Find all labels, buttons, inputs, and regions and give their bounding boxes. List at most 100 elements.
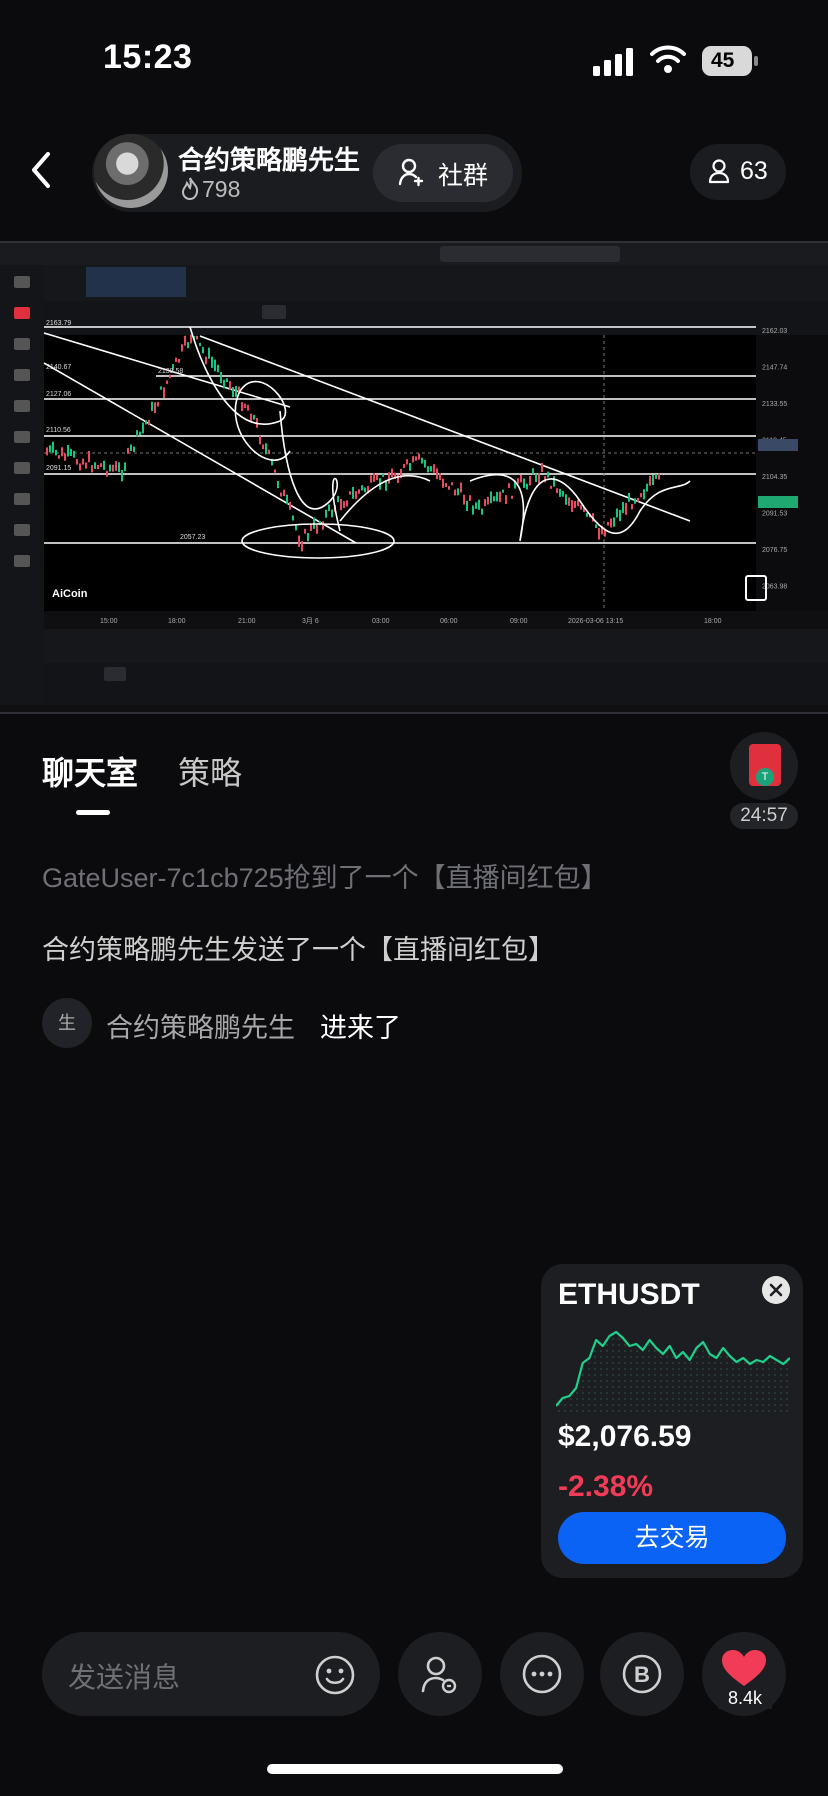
candle — [466, 500, 468, 511]
chat-user-name[interactable]: 合约策略鹏先生 — [106, 1006, 295, 1045]
candle — [412, 456, 414, 463]
tab-strategy[interactable]: 策略 — [178, 748, 242, 794]
token-coin-icon: T — [756, 768, 774, 786]
ticker-price: $2,076.59 — [558, 1420, 692, 1453]
host-avatar[interactable] — [94, 134, 168, 208]
candle — [58, 455, 60, 459]
candle — [541, 462, 543, 472]
candle — [253, 414, 255, 420]
candle — [52, 441, 54, 453]
time-axis-label: 2026-03-06 13:15 — [568, 618, 623, 625]
candle — [442, 478, 444, 488]
candle — [433, 464, 435, 473]
home-indicator — [267, 1764, 563, 1774]
svg-text:2163.79: 2163.79 — [46, 320, 71, 327]
candle — [652, 474, 654, 486]
candle — [352, 486, 354, 499]
candle — [490, 491, 492, 504]
svg-text:2110.56: 2110.56 — [46, 427, 71, 434]
candle — [346, 500, 348, 507]
candle — [277, 481, 279, 489]
user-avatar[interactable]: 生 — [42, 998, 92, 1048]
candle — [562, 491, 564, 497]
candle — [166, 380, 168, 384]
candle — [496, 491, 498, 502]
back-arrow-icon[interactable] — [26, 150, 56, 190]
svg-text:2140.67: 2140.67 — [46, 364, 71, 371]
user-follow-icon — [421, 1656, 457, 1694]
candle — [373, 473, 375, 482]
candle — [598, 527, 600, 540]
candle — [418, 453, 420, 460]
cellular-signal-icon — [593, 48, 633, 76]
candle — [481, 508, 483, 515]
bitcoin-b-icon: B — [622, 1654, 662, 1694]
battery-level: 45 — [711, 49, 735, 72]
status-time: 15:23 — [103, 38, 193, 76]
candle — [559, 488, 561, 497]
candle — [241, 402, 243, 412]
time-axis-label: 03:00 — [372, 618, 390, 625]
viewer-count: 63 — [740, 157, 768, 185]
candle — [223, 379, 225, 389]
candle — [307, 532, 309, 542]
candle — [631, 504, 633, 510]
candle — [457, 488, 459, 496]
candle — [391, 468, 393, 478]
candle — [445, 483, 447, 487]
candle — [463, 494, 465, 505]
emoji-icon[interactable] — [314, 1654, 356, 1696]
candle — [640, 493, 642, 498]
price-axis-label: 2076.75 — [762, 547, 787, 554]
candle — [232, 386, 234, 398]
candle — [625, 502, 627, 515]
candle — [619, 509, 621, 522]
trade-button[interactable]: 去交易 — [558, 1512, 786, 1564]
candle — [430, 466, 432, 472]
candle — [127, 447, 129, 454]
candle — [526, 483, 528, 490]
candle — [505, 495, 507, 504]
viewer-count-badge[interactable] — [690, 144, 786, 200]
candle — [487, 496, 489, 505]
candle — [616, 508, 618, 518]
candle — [511, 495, 513, 499]
candle — [163, 387, 165, 398]
candle — [571, 500, 573, 512]
more-icon — [522, 1654, 562, 1694]
host-name: 合约策略鹏先生 — [178, 145, 361, 175]
candle — [421, 457, 423, 464]
candle — [517, 478, 519, 484]
price-sparkline — [556, 1330, 790, 1414]
candle — [493, 496, 495, 502]
candle — [217, 364, 219, 373]
tab-chat-room[interactable]: 聊天室 — [42, 748, 138, 794]
close-icon[interactable] — [762, 1276, 790, 1304]
candle — [181, 344, 183, 352]
candle — [643, 489, 645, 500]
candle — [148, 419, 150, 426]
svg-text:2139.58: 2139.58 — [158, 368, 183, 375]
svg-text:2057.23: 2057.23 — [180, 534, 205, 541]
candle — [100, 463, 102, 467]
candle — [187, 342, 189, 349]
candle — [274, 469, 276, 473]
candle — [550, 485, 552, 489]
candle — [199, 342, 201, 347]
candle — [250, 413, 252, 422]
candle — [133, 446, 135, 452]
ticker-change: -2.38% — [558, 1470, 654, 1503]
candle — [130, 444, 132, 451]
svg-text:2091.15: 2091.15 — [46, 465, 71, 472]
candle — [103, 460, 105, 470]
candle — [73, 450, 75, 458]
candle — [478, 499, 480, 510]
candle — [595, 524, 597, 528]
candle — [580, 505, 582, 510]
candle — [265, 443, 267, 455]
time-axis-label: 21:00 — [238, 618, 256, 625]
candle — [139, 431, 141, 436]
candle — [244, 403, 246, 409]
candle — [160, 386, 162, 390]
candle — [628, 492, 630, 502]
